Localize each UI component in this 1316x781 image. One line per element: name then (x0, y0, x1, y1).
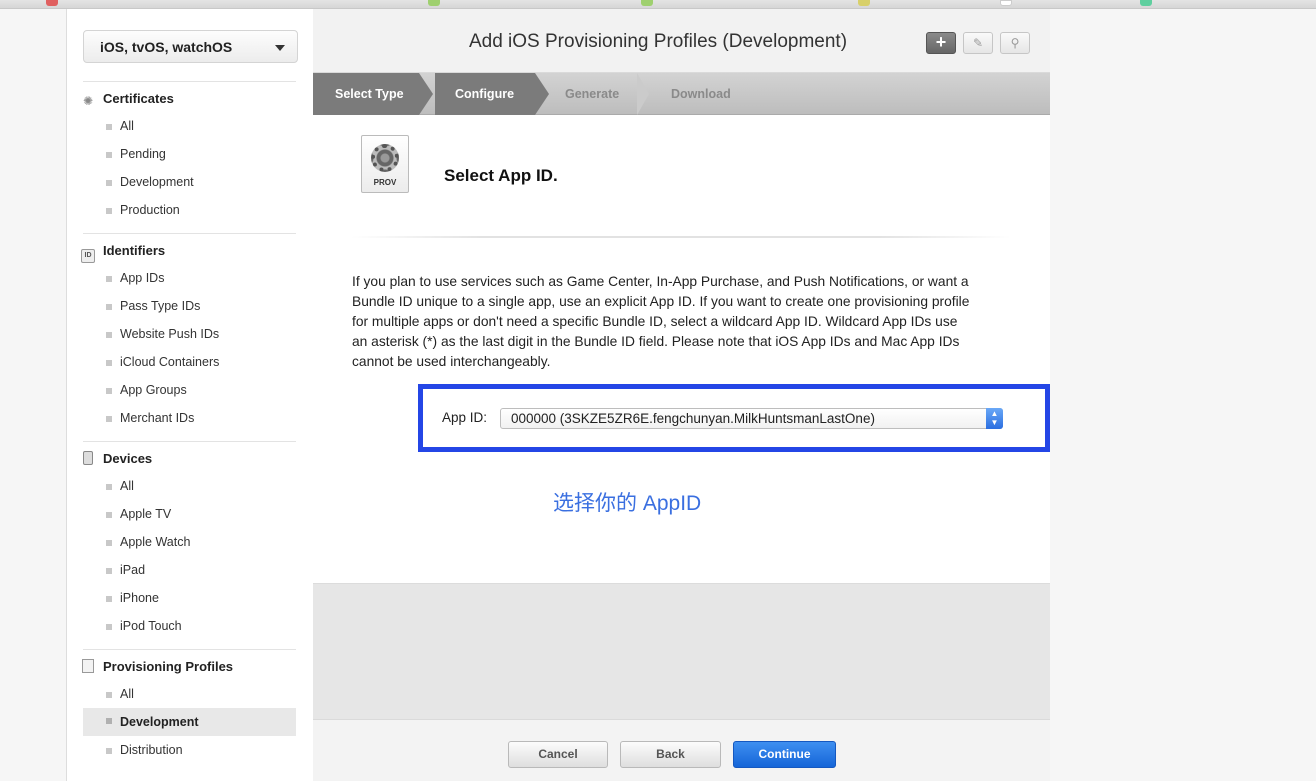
sidebar-item-merchant-ids[interactable]: Merchant IDs (83, 406, 296, 430)
sidebar-item-apple-watch[interactable]: Apple Watch (83, 530, 296, 554)
sidebar-item-apple-tv[interactable]: Apple TV (83, 502, 296, 526)
edit-button[interactable]: ✎ (963, 32, 993, 54)
app-id-select-value: 000000 (3SKZE5ZR6E.fengchunyan.MilkHunts… (511, 411, 875, 426)
sidebar: iOS, tvOS, watchOS ✺ Certificates All Pen… (67, 9, 313, 781)
sidebar-item-app-groups[interactable]: App Groups (83, 378, 296, 402)
document-icon (82, 659, 94, 673)
app-id-description: If you plan to use services such as Game… (352, 274, 970, 369)
section-heading: Select App ID. (444, 166, 558, 185)
id-icon: ID (81, 249, 95, 263)
select-stepper-icon: ▲ ▼ (986, 408, 1003, 429)
browser-bookmark-strip (0, 0, 1316, 9)
app-id-label: App ID: (442, 410, 488, 425)
sidebar-divider (83, 81, 296, 82)
sidebar-item-ipad[interactable]: iPad (83, 558, 296, 582)
sidebar-section-title: Devices (103, 451, 153, 466)
prov-icon-label: PROV (373, 178, 397, 187)
page-header: Add iOS Provisioning Profiles (Developme… (313, 9, 1050, 73)
sidebar-section-provisioning-profiles[interactable]: Provisioning Profiles (81, 659, 233, 679)
sidebar-item-devices-all[interactable]: All (83, 474, 296, 498)
sidebar-divider (83, 649, 296, 650)
sidebar-item-certificates-all[interactable]: All (83, 114, 296, 138)
sidebar-item-profiles-development[interactable]: Development (83, 708, 296, 736)
step-configure: Configure (435, 73, 535, 115)
gear-icon (371, 144, 399, 172)
step-download: Download (671, 87, 731, 101)
certificate-icon: ✺ (82, 94, 94, 108)
chevron-down-icon (275, 45, 285, 51)
sidebar-item-ipod-touch[interactable]: iPod Touch (83, 614, 296, 638)
provisioning-profile-icon: PROV (361, 135, 409, 193)
bookmark-icon[interactable] (46, 0, 58, 6)
step-separator (637, 73, 649, 115)
edit-icon: ✎ (972, 36, 984, 50)
sidebar-divider (83, 233, 296, 234)
annotation-text: 选择你的 AppID (553, 492, 702, 515)
sidebar-section-devices[interactable]: Devices (81, 451, 152, 471)
bookmark-icon[interactable] (858, 0, 870, 6)
sidebar-item-icloud-containers[interactable]: iCloud Containers (83, 350, 296, 374)
sidebar-item-app-ids[interactable]: App IDs (83, 266, 296, 290)
sidebar-item-certificates-development[interactable]: Development (83, 170, 296, 194)
device-icon (83, 451, 93, 465)
app-id-select[interactable]: 000000 (3SKZE5ZR6E.fengchunyan.MilkHunts… (500, 408, 1003, 429)
continue-button[interactable]: Continue (733, 741, 836, 768)
sidebar-section-title: Certificates (103, 91, 174, 106)
platform-select-value: iOS, tvOS, watchOS (100, 39, 233, 55)
sidebar-item-certificates-pending[interactable]: Pending (83, 142, 296, 166)
sidebar-section-title: Identifiers (103, 243, 166, 258)
bookmark-icon[interactable] (1000, 0, 1012, 6)
sidebar-item-website-push-ids[interactable]: Website Push IDs (83, 322, 296, 346)
search-icon: ⚲ (1010, 36, 1020, 50)
step-generate: Generate (565, 87, 620, 101)
bookmark-icon[interactable] (428, 0, 440, 6)
sidebar-section-certificates[interactable]: ✺ Certificates (81, 91, 174, 111)
form-footer: Cancel Back Continue (313, 719, 1050, 781)
add-button[interactable]: + (926, 32, 956, 54)
sidebar-item-profiles-all[interactable]: All (83, 682, 296, 706)
divider (351, 236, 1011, 238)
cancel-button[interactable]: Cancel (508, 741, 608, 768)
bookmark-icon[interactable] (641, 0, 653, 6)
step-select-type: Select Type (313, 73, 419, 115)
sidebar-divider (83, 441, 296, 442)
platform-select[interactable]: iOS, tvOS, watchOS (83, 30, 298, 63)
developer-portal-page: iOS, tvOS, watchOS ✺ Certificates All Pen… (66, 9, 1050, 781)
page-title: Add iOS Provisioning Profiles (Developme… (468, 31, 848, 52)
back-button[interactable]: Back (620, 741, 721, 768)
search-button[interactable]: ⚲ (1000, 32, 1030, 54)
main-content: PROV Select App ID. If you plan to use s… (313, 115, 1050, 583)
sidebar-section-identifiers[interactable]: ID Identifiers (81, 243, 165, 263)
bookmark-icon[interactable] (1140, 0, 1152, 6)
sidebar-item-certificates-production[interactable]: Production (83, 198, 296, 222)
sidebar-item-profiles-distribution[interactable]: Distribution (83, 738, 296, 762)
step-separator (419, 73, 433, 115)
plus-icon: + (935, 32, 947, 52)
step-separator (535, 73, 549, 115)
sidebar-item-iphone[interactable]: iPhone (83, 586, 296, 610)
sidebar-item-pass-type-ids[interactable]: Pass Type IDs (83, 294, 296, 318)
sidebar-section-title: Provisioning Profiles (103, 659, 234, 674)
wizard-steps: Select Type Configure Generate Download (313, 73, 1050, 115)
content-filler (313, 583, 1050, 719)
